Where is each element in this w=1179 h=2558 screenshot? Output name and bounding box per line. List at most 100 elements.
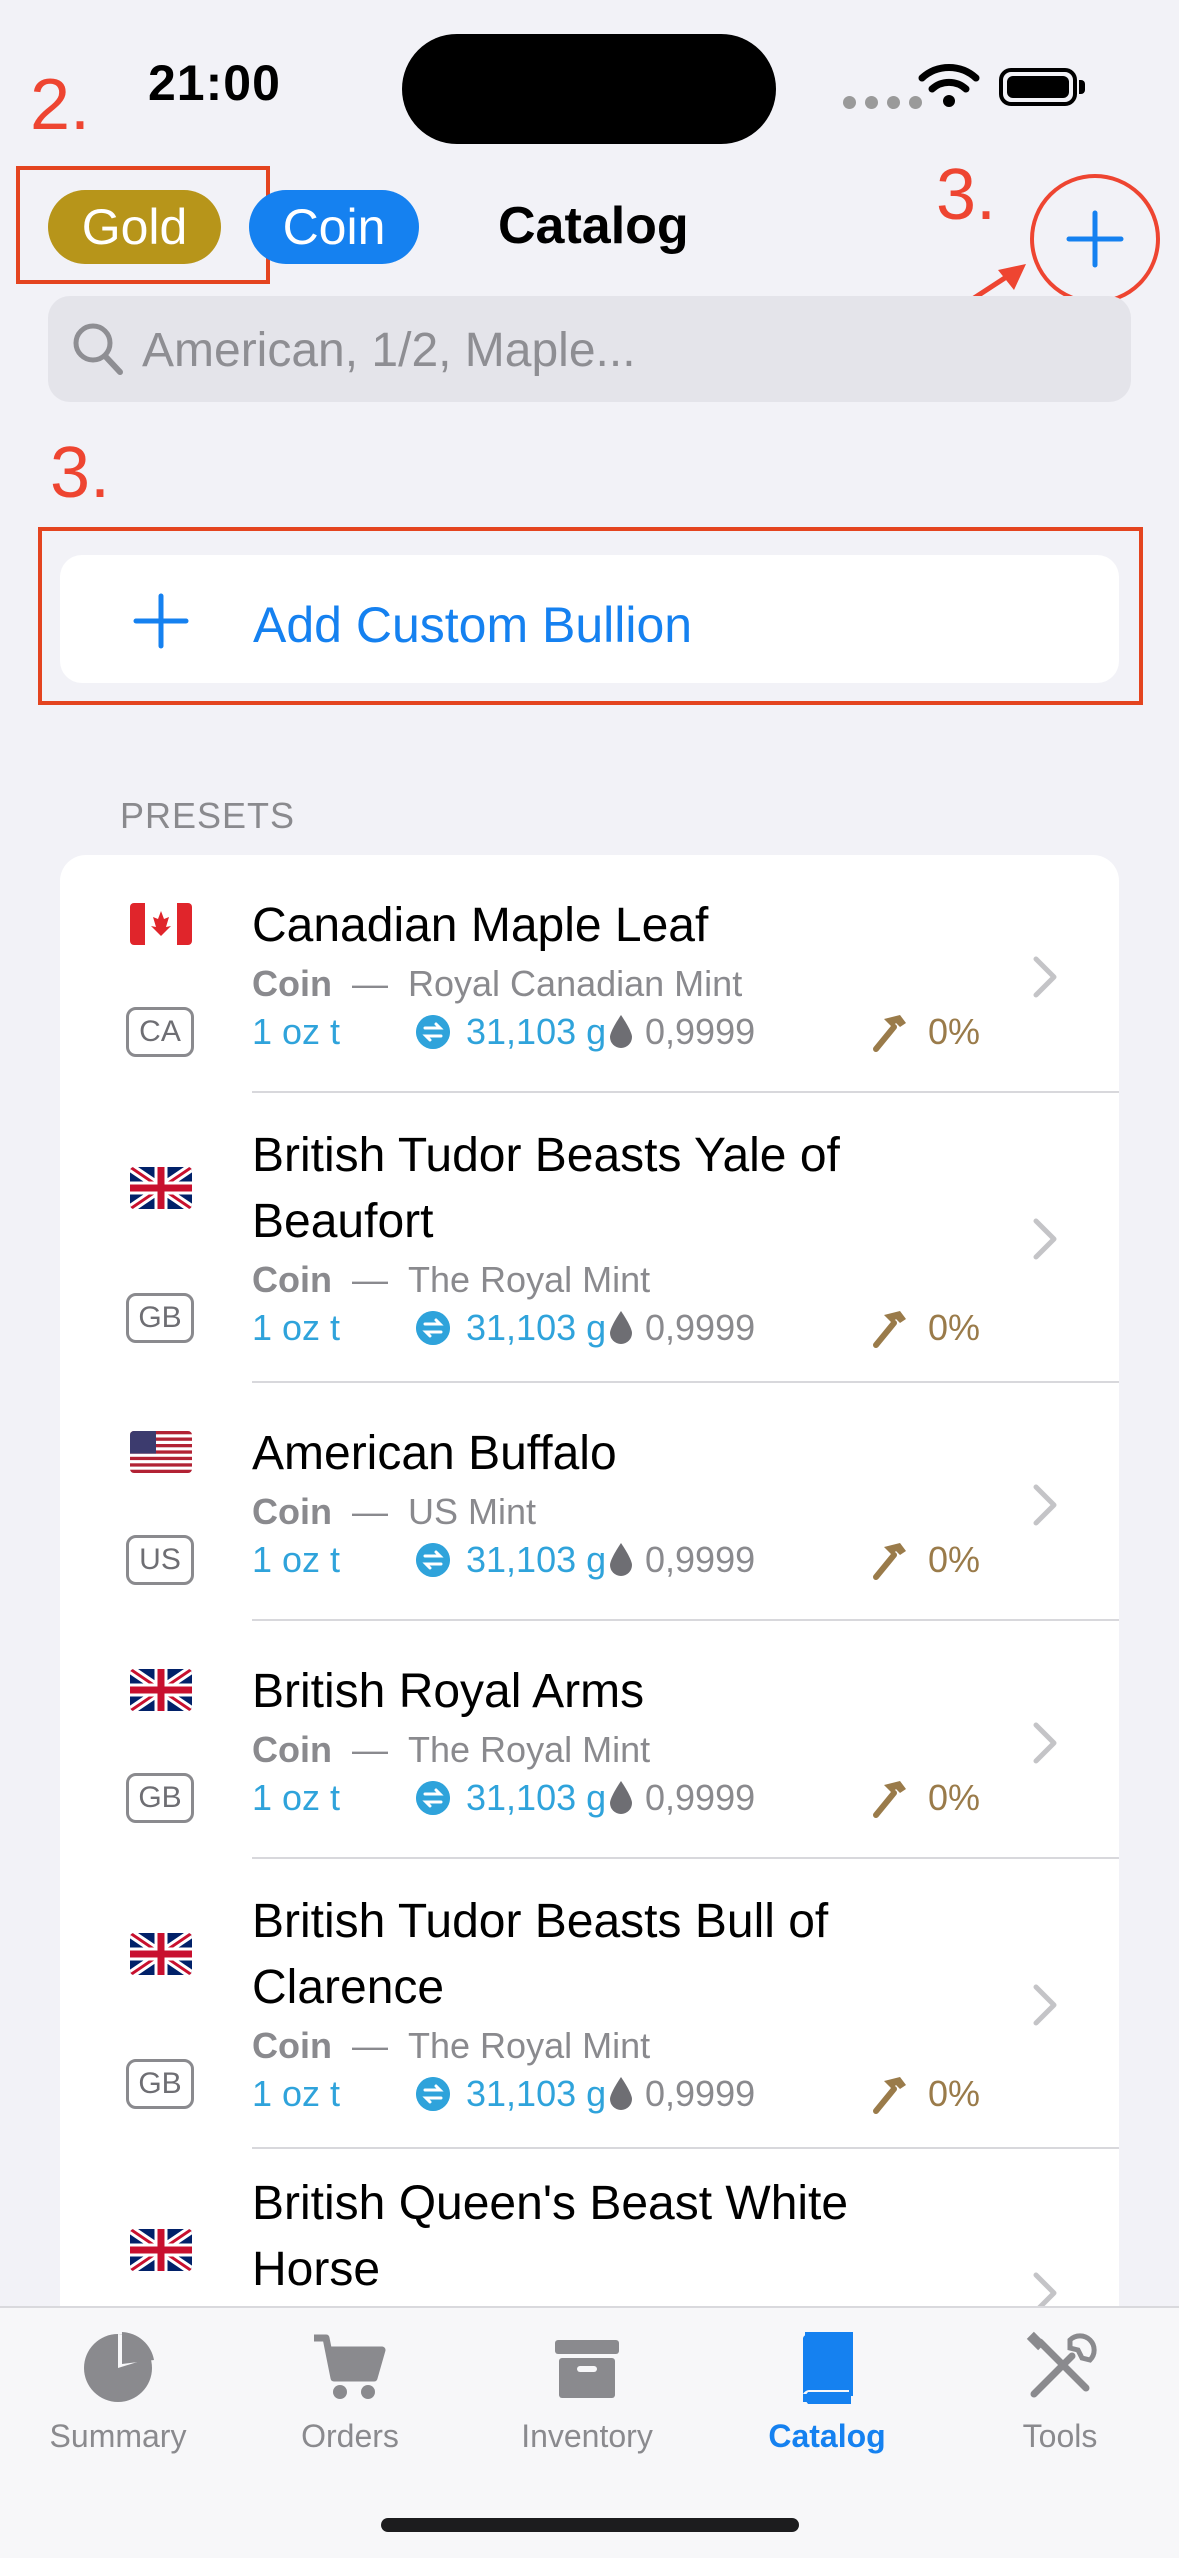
weight-label: 1 oz t [252,1307,341,1348]
page-title: Catalog [498,197,689,255]
drop-icon [610,1311,632,1344]
premium-label: 0% [928,1011,981,1052]
item-subtitle: Coin — The Royal Mint [252,1729,651,1770]
hammer-icon [873,1015,906,1052]
fineness-label: 0,9999 [645,2073,756,2114]
premium-label: 0% [928,2073,981,2114]
presets-list: CA Canadian Maple Leaf Coin — Royal Cana… [60,855,1119,2415]
battery-tip [1079,80,1085,94]
item-name: American Buffalo [252,1427,617,1480]
item-name: Canadian Maple Leaf [252,899,709,952]
uk-flag-icon [130,2229,192,2271]
premium-label: 0% [928,1777,981,1818]
chevron-right-icon [1033,1218,1057,1260]
chevron-right-icon [1033,1484,1057,1526]
tab-label: Summary [49,2418,187,2454]
convert-icon [416,1015,450,1049]
search-icon [73,323,123,375]
uk-flag-icon [130,1669,192,1711]
tab-summary[interactable]: Summary [0,2328,236,2468]
item-subtitle: Coin — The Royal Mint [252,2025,651,2066]
fineness-label: 0,9999 [645,1777,756,1818]
archive-box-icon [555,2340,619,2398]
annotation-step-3-left: 3. [50,433,111,513]
battery-icon [999,68,1077,106]
list-item[interactable]: GB British Tudor Beasts Yale of Beaufort… [60,1093,1119,1383]
hammer-icon [873,2077,906,2114]
drop-icon [610,1781,632,1814]
item-name: British Queen's Beast White Horse [252,2177,849,2296]
country-code-badge: US [126,1535,194,1585]
item-name: British Royal Arms [252,1665,645,1718]
wifi-icon [918,64,980,107]
metal-filter-pill[interactable]: Gold [48,190,221,264]
grams-label: 31,103 g [466,2073,607,2114]
uk-flag-icon [130,1167,192,1209]
pie-chart-icon [84,2332,154,2402]
country-code-badge: GB [126,1773,194,1823]
grams-label: 31,103 g [466,1011,607,1052]
canada-flag-icon [130,903,192,945]
fineness-label: 0,9999 [645,1539,756,1580]
tab-label: Catalog [768,2418,886,2454]
convert-icon [416,1311,450,1345]
item-name: British Tudor Beasts Bull of Clarence [252,1895,829,2014]
grams-label: 31,103 g [466,1777,607,1818]
fineness-label: 0,9999 [645,1011,756,1052]
search-input[interactable] [140,296,1104,404]
country-code-badge: CA [126,1007,194,1057]
cellular-signal-icon [843,96,922,109]
section-header: PRESETS [120,795,296,836]
weight-label: 1 oz t [252,1539,341,1580]
chevron-right-icon [1033,1984,1057,2026]
drop-icon [610,1543,632,1576]
tab-label: Inventory [521,2418,653,2454]
form-filter-pill[interactable]: Coin [249,190,419,264]
add-custom-bullion-label: Add Custom Bullion [253,597,693,653]
country-code-badge: GB [126,1293,194,1343]
home-indicator [381,2518,799,2532]
book-icon [803,2332,853,2404]
list-item[interactable]: GB British Royal Arms Coin — The Royal M… [60,1621,1119,1859]
convert-icon [416,2077,450,2111]
plus-icon [1066,210,1124,268]
tab-label: Orders [301,2418,399,2454]
tools-icon [1026,2331,1097,2398]
dynamic-island [402,34,776,144]
list-item[interactable]: US American Buffalo Coin — US Mint 1 oz … [60,1383,1119,1621]
hammer-icon [873,1543,906,1580]
weight-label: 1 oz t [252,2073,341,2114]
us-flag-icon [130,1431,192,1473]
item-subtitle: Coin — Royal Canadian Mint [252,963,743,1004]
annotation-step-2: 2. [30,65,91,145]
item-name: British Tudor Beasts Yale of Beaufort [252,1129,840,1248]
tab-orders[interactable]: Orders [232,2328,468,2468]
convert-icon [416,1543,450,1577]
list-item[interactable]: GB British Tudor Beasts Bull of Clarence… [60,1859,1119,2149]
tab-catalog[interactable]: Catalog [709,2328,945,2468]
weight-label: 1 oz t [252,1777,341,1818]
country-code-badge: GB [126,2059,194,2109]
hammer-icon [873,1781,906,1818]
status-time: 21:00 [148,55,281,111]
chevron-right-icon [1033,1722,1057,1764]
cart-icon [314,2334,386,2399]
uk-flag-icon [130,1933,192,1975]
search-bar[interactable] [48,296,1131,404]
premium-label: 0% [928,1539,981,1580]
grams-label: 31,103 g [466,1539,607,1580]
list-item[interactable]: CA Canadian Maple Leaf Coin — Royal Cana… [60,855,1119,1093]
tab-label: Tools [1022,2418,1098,2454]
tab-inventory[interactable]: Inventory [469,2328,705,2468]
premium-label: 0% [928,1307,981,1348]
hammer-icon [873,1311,906,1348]
chevron-right-icon [1033,956,1057,998]
convert-icon [416,1781,450,1815]
item-subtitle: Coin — The Royal Mint [252,1259,651,1300]
tab-tools[interactable]: Tools [942,2328,1178,2468]
drop-icon [610,1015,632,1048]
add-button[interactable] [1030,174,1160,304]
fineness-label: 0,9999 [645,1307,756,1348]
drop-icon [610,2077,632,2110]
plus-icon [133,593,189,649]
